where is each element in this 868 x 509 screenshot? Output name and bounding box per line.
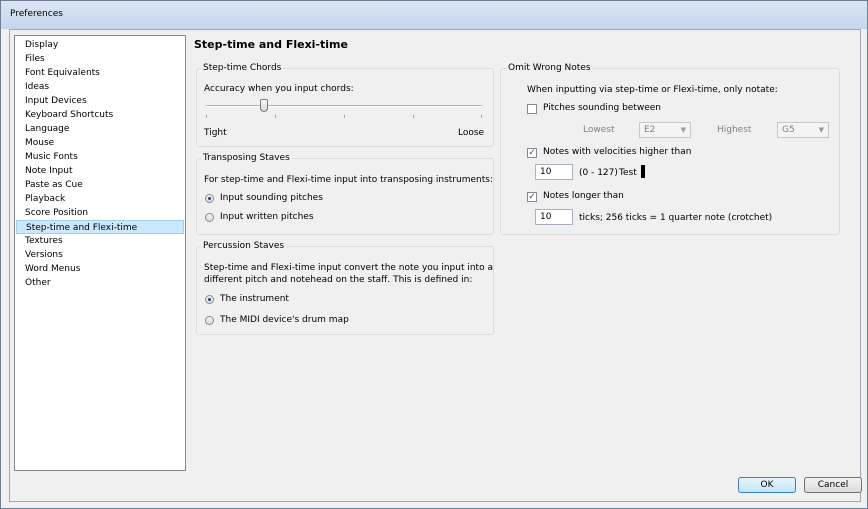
sidebar-item-display[interactable]: Display	[16, 38, 184, 52]
sidebar-item-note-input[interactable]: Note Input	[16, 164, 184, 178]
accuracy-slider-track	[206, 105, 482, 107]
highest-pitch-value: G5	[782, 125, 795, 135]
percussion-staves-label: Percussion Staves	[201, 241, 287, 251]
omit-wrong-notes-label: Omit Wrong Notes	[506, 63, 593, 73]
lowest-pitch-select[interactable]: E2 ▼	[639, 122, 691, 138]
velocity-input[interactable]: 10	[535, 164, 573, 180]
sidebar-item-files[interactable]: Files	[16, 52, 184, 66]
highest-pitch-select[interactable]: G5 ▼	[777, 122, 829, 138]
slider-tick	[275, 115, 276, 118]
radio-input-sounding-label[interactable]: Input sounding pitches	[220, 193, 323, 203]
lowest-label: Lowest	[583, 125, 615, 135]
percussion-desc-line2: different pitch and notehead on the staf…	[204, 275, 473, 285]
step-time-chords-label: Step-time Chords	[201, 63, 284, 73]
slider-tick	[206, 115, 207, 118]
slider-max-label: Loose	[458, 128, 485, 138]
ticks-desc: ticks; 256 ticks = 1 quarter note (crotc…	[579, 213, 773, 223]
pitches-between-label[interactable]: Pitches sounding between	[543, 103, 661, 113]
lowest-pitch-value: E2	[644, 125, 656, 135]
highest-label: Highest	[717, 125, 752, 135]
sidebar-item-textures[interactable]: Textures	[16, 234, 184, 248]
preferences-window: Preferences Display Files Font Equivalen…	[0, 0, 868, 509]
accuracy-slider-thumb[interactable]	[259, 99, 268, 112]
sidebar-item-word-menus[interactable]: Word Menus	[16, 262, 184, 276]
preferences-category-list[interactable]: Display Files Font Equivalents Ideas Inp…	[14, 35, 186, 471]
slider-min-label: Tight	[204, 128, 227, 138]
notes-longer-label[interactable]: Notes longer than	[543, 191, 624, 201]
sidebar-item-score-position[interactable]: Score Position	[16, 206, 184, 220]
check-mark-icon: ✓	[528, 192, 536, 202]
notes-longer-checkbox[interactable]: ✓	[527, 192, 537, 202]
sidebar-item-music-fonts[interactable]: Music Fonts	[16, 150, 184, 164]
radio-the-instrument-label[interactable]: The instrument	[220, 294, 289, 304]
sidebar-item-language[interactable]: Language	[16, 122, 184, 136]
sidebar-item-input-devices[interactable]: Input Devices	[16, 94, 184, 108]
sidebar-item-versions[interactable]: Versions	[16, 248, 184, 262]
radio-input-sounding[interactable]	[205, 194, 214, 203]
sidebar-item-other[interactable]: Other	[16, 276, 184, 290]
test-label: Test	[619, 168, 637, 178]
pitches-between-checkbox[interactable]	[527, 104, 537, 114]
sidebar-item-ideas[interactable]: Ideas	[16, 80, 184, 94]
transposing-desc: For step-time and Flexi-time input into …	[204, 175, 493, 185]
radio-midi-drum-map-label[interactable]: The MIDI device's drum map	[220, 315, 349, 325]
radio-input-written-label[interactable]: Input written pitches	[220, 212, 314, 222]
ok-button[interactable]: OK	[738, 477, 796, 493]
title-bar: Preferences	[1, 1, 867, 29]
percussion-desc-line1: Step-time and Flexi-time input convert t…	[204, 263, 493, 273]
cancel-button[interactable]: Cancel	[804, 477, 862, 493]
sidebar-item-step-time[interactable]: Step-time and Flexi-time	[16, 220, 184, 234]
check-mark-icon: ✓	[528, 148, 536, 158]
chevron-down-icon: ▼	[680, 126, 686, 134]
slider-tick	[481, 115, 482, 118]
velocity-test-meter	[641, 165, 645, 178]
transposing-staves-label: Transposing Staves	[201, 153, 292, 163]
sidebar-item-font-equivalents[interactable]: Font Equivalents	[16, 66, 184, 80]
omit-desc: When inputting via step-time or Flexi-ti…	[527, 85, 778, 95]
radio-midi-drum-map[interactable]	[205, 316, 214, 325]
sidebar-item-mouse[interactable]: Mouse	[16, 136, 184, 150]
velocity-checkbox[interactable]: ✓	[527, 148, 537, 158]
accuracy-label: Accuracy when you input chords:	[204, 84, 354, 94]
velocity-range: (0 - 127)	[579, 168, 618, 178]
velocity-label[interactable]: Notes with velocities higher than	[543, 147, 691, 157]
sidebar-item-playback[interactable]: Playback	[16, 192, 184, 206]
sidebar-item-paste-as-cue[interactable]: Paste as Cue	[16, 178, 184, 192]
step-time-chords-group	[196, 68, 494, 147]
ticks-input[interactable]: 10	[535, 209, 573, 225]
chevron-down-icon: ▼	[818, 126, 824, 134]
radio-input-written[interactable]	[205, 213, 214, 222]
slider-tick	[344, 115, 345, 118]
sidebar-item-keyboard-shortcuts[interactable]: Keyboard Shortcuts	[16, 108, 184, 122]
radio-the-instrument[interactable]	[205, 295, 214, 304]
page-title: Step-time and Flexi-time	[194, 38, 348, 51]
window-title: Preferences	[10, 9, 63, 19]
slider-tick	[413, 115, 414, 118]
